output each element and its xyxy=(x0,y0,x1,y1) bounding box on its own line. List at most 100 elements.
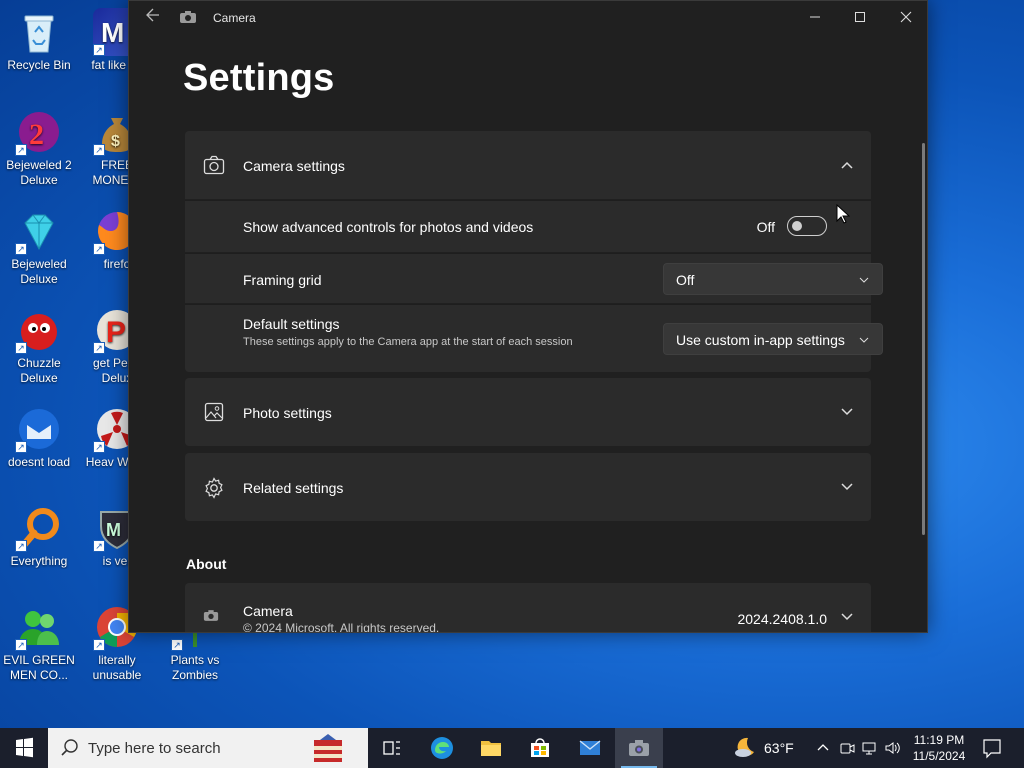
page-title: Settings xyxy=(183,57,335,99)
taskbar: Type here to search 63°F 11:19 PM 11/5/2… xyxy=(0,728,1024,768)
chevron-down-icon[interactable] xyxy=(837,402,857,422)
task-view-icon xyxy=(383,741,400,755)
svg-text:$: $ xyxy=(111,133,120,150)
desktop-icon-thunderbird[interactable]: ↗ doesnt load xyxy=(1,405,77,470)
maximize-button[interactable] xyxy=(837,1,883,35)
meet-now-button[interactable] xyxy=(838,738,856,758)
advanced-controls-label: Show advanced controls for photos and vi… xyxy=(243,219,534,235)
taskbar-file-explorer[interactable] xyxy=(467,728,515,768)
shortcut-arrow-icon: ↗ xyxy=(15,639,27,651)
camera-icon xyxy=(203,609,225,629)
chevron-down-icon[interactable] xyxy=(837,607,857,627)
photo-settings-card[interactable]: Photo settings xyxy=(185,378,871,446)
desktop-icon-bejeweled[interactable]: ↗ Bejeweled Deluxe xyxy=(1,207,77,287)
close-button[interactable] xyxy=(883,1,927,35)
shortcut-arrow-icon: ↗ xyxy=(15,540,27,552)
start-button[interactable] xyxy=(0,728,48,768)
show-hidden-icons-button[interactable] xyxy=(815,738,833,758)
desktop-icon-bejeweled-2[interactable]: 2 ↗ Bejeweled 2 Deluxe xyxy=(1,108,77,188)
speaker-icon xyxy=(885,742,900,754)
advanced-controls-toggle[interactable] xyxy=(787,216,827,236)
network-icon xyxy=(862,742,876,755)
framing-grid-label: Framing grid xyxy=(243,272,322,288)
shortcut-arrow-icon: ↗ xyxy=(15,243,27,255)
back-arrow-icon[interactable] xyxy=(143,8,163,28)
desktop-icon-recycle-bin[interactable]: Recycle Bin xyxy=(1,8,77,73)
default-settings-label: Default settings xyxy=(243,316,340,332)
clock-date: 11/5/2024 xyxy=(912,749,966,763)
people-icon: ↗ xyxy=(15,603,63,651)
camera-settings-label: Camera settings xyxy=(243,158,345,174)
folder-icon xyxy=(481,741,501,756)
recycle-bin-icon xyxy=(15,8,63,56)
magnifier-icon: ↗ xyxy=(15,504,63,552)
desktop-icon-label: doesnt load xyxy=(7,455,71,469)
taskbar-mail[interactable] xyxy=(566,728,614,768)
default-settings-dropdown[interactable]: Use custom in-app settings xyxy=(663,323,883,355)
taskbar-camera[interactable] xyxy=(615,728,663,768)
default-settings-row: Default settings These settings apply to… xyxy=(185,304,883,372)
search-placeholder: Type here to search xyxy=(88,740,221,757)
clock-time: 11:19 PM xyxy=(913,733,965,747)
camera-icon xyxy=(179,10,197,24)
desktop-icon-chuzzle[interactable]: ↗ Chuzzle Deluxe xyxy=(1,306,77,386)
camera-icon xyxy=(629,740,649,756)
taskbar-clock[interactable]: 11:19 PM 11/5/2024 xyxy=(906,732,972,764)
svg-text:2: 2 xyxy=(29,118,44,151)
taskbar-search-box[interactable]: Type here to search xyxy=(48,728,368,768)
photo-icon xyxy=(203,402,225,422)
framing-grid-row: Framing grid Off xyxy=(185,253,883,303)
window-title: Camera xyxy=(213,11,256,25)
gear-icon xyxy=(203,477,225,499)
default-settings-description: These settings apply to the Camera app a… xyxy=(243,336,573,348)
camera-settings-header[interactable]: Camera settings xyxy=(185,131,871,199)
desktop-icon-label: Everything xyxy=(10,554,68,568)
vertical-scrollbar[interactable] xyxy=(922,143,925,535)
about-app-name: Camera xyxy=(243,603,293,619)
desktop-icon-everything[interactable]: ↗ Everything xyxy=(1,504,77,569)
diamond-icon: ↗ xyxy=(15,207,63,255)
network-button[interactable] xyxy=(861,738,879,758)
search-highlight-icon xyxy=(314,734,342,762)
shortcut-arrow-icon: ↗ xyxy=(15,144,27,156)
action-center-button[interactable] xyxy=(978,736,1006,760)
chevron-down-icon[interactable] xyxy=(837,477,857,497)
framing-grid-dropdown[interactable]: Off xyxy=(663,263,883,295)
taskbar-store[interactable] xyxy=(516,728,564,768)
title-bar[interactable]: Camera xyxy=(129,1,927,35)
weather-temperature: 63°F xyxy=(764,740,794,756)
shortcut-arrow-icon: ↗ xyxy=(93,540,105,552)
edge-icon xyxy=(431,737,453,759)
about-version: 2024.2408.1.0 xyxy=(737,611,827,627)
shortcut-arrow-icon: ↗ xyxy=(93,44,105,56)
mail-icon xyxy=(579,740,601,755)
desktop-icon-evil-green-men[interactable]: ↗ EVIL GREEN MEN CO... xyxy=(1,603,77,683)
weather-widget[interactable]: 63°F xyxy=(730,728,800,768)
chevron-down-icon xyxy=(859,337,869,343)
minimize-button[interactable] xyxy=(792,1,838,35)
desktop-icon-label: literally unusable xyxy=(92,653,142,682)
notification-icon xyxy=(983,739,1001,759)
desktop-icon-label: Bejeweled Deluxe xyxy=(11,257,67,286)
related-settings-label: Related settings xyxy=(243,480,344,496)
desktop-icon-label: Plants vs Zombies xyxy=(170,653,220,682)
shortcut-arrow-icon: ↗ xyxy=(93,243,105,255)
store-icon xyxy=(531,738,549,757)
related-settings-card[interactable]: Related settings xyxy=(185,453,871,521)
chevron-up-icon[interactable] xyxy=(837,155,857,175)
meet-now-icon xyxy=(840,743,855,754)
volume-button[interactable] xyxy=(884,738,902,758)
svg-text:P: P xyxy=(106,316,126,349)
desktop-icon-label: Recycle Bin xyxy=(7,58,71,72)
chuzzle-icon: ↗ xyxy=(15,306,63,354)
thunderbird-icon: ↗ xyxy=(15,405,63,453)
about-copyright: © 2024 Microsoft. All rights reserved. xyxy=(243,621,440,633)
taskbar-edge[interactable] xyxy=(418,728,466,768)
advanced-controls-state: Off xyxy=(756,219,775,235)
about-card[interactable]: Camera © 2024 Microsoft. All rights rese… xyxy=(185,583,871,633)
bejeweled-2-icon: 2 ↗ xyxy=(15,108,63,156)
chevron-down-icon xyxy=(859,277,869,283)
maximize-icon xyxy=(855,12,865,22)
svg-text:M: M xyxy=(106,520,121,540)
task-view-button[interactable] xyxy=(368,728,416,768)
